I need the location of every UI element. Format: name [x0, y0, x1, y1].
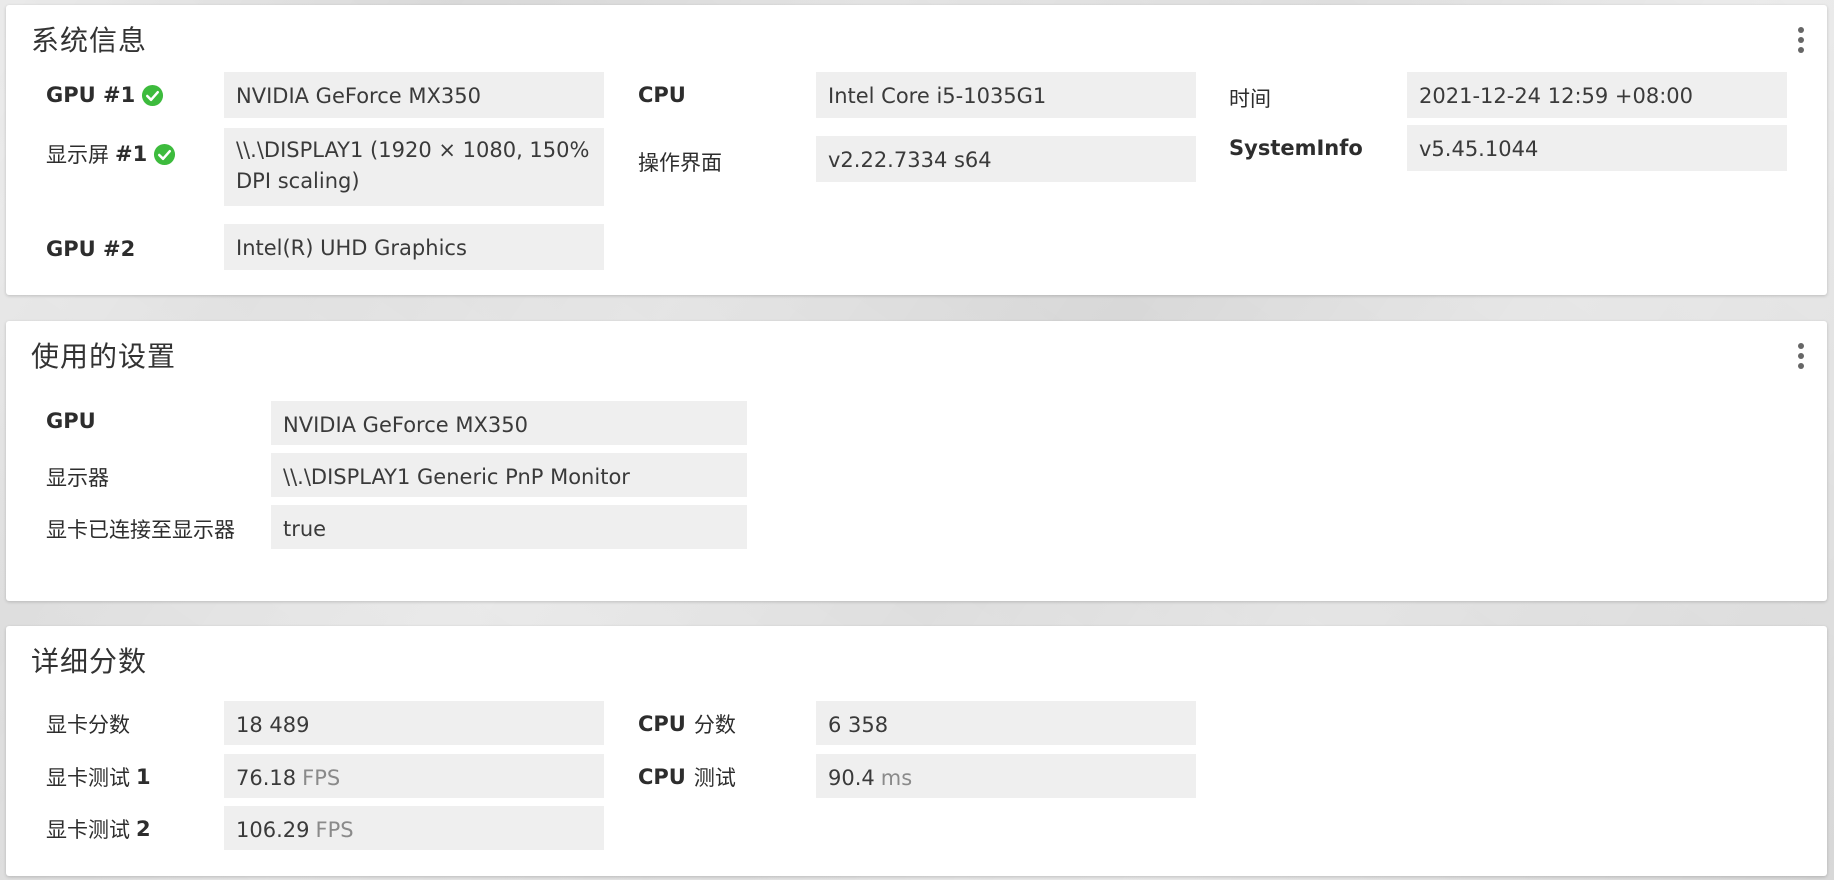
- cpu-score-value: 6 358: [816, 701, 1196, 745]
- display1-label-num: #1: [115, 142, 148, 166]
- gfx-test1-label: 显卡测试 1: [46, 762, 151, 792]
- system-info-more-icon[interactable]: [1797, 27, 1805, 53]
- cpu-score-label-text: 分数: [693, 713, 736, 737]
- gpu1-label: GPU #1: [46, 83, 164, 107]
- cpu-label: CPU: [638, 83, 686, 107]
- cpu-test-label: CPU 测试: [638, 762, 736, 792]
- settings-panel: 使用的设置 GPU NVIDIA GeForce MX350 显示器 \\.\D…: [6, 321, 1827, 601]
- system-info-title: 系统信息: [31, 24, 148, 57]
- settings-display-label: 显示器: [46, 466, 109, 490]
- ui-label: 操作界面: [638, 151, 722, 175]
- display1-label: 显示屏 #1: [46, 139, 176, 169]
- check-circle-icon: [142, 84, 164, 106]
- gfx-test2-number: 106.29: [236, 818, 310, 842]
- cpu-test-value: 90.4 ms: [816, 754, 1196, 798]
- scores-title: 详细分数: [31, 645, 148, 678]
- cpu-score-label: CPU 分数: [638, 709, 736, 739]
- gfx-test2-label-text: 显卡测试: [46, 818, 130, 842]
- display1-value: \\.\DISPLAY1 (1920 × 1080, 150% DPI scal…: [224, 128, 604, 206]
- settings-title: 使用的设置: [31, 340, 177, 373]
- settings-display-value: \\.\DISPLAY1 Generic PnP Monitor: [271, 453, 747, 497]
- settings-more-icon[interactable]: [1797, 343, 1805, 369]
- gpu2-label: GPU #2: [46, 237, 136, 261]
- settings-connected-value: true: [271, 505, 747, 549]
- time-value: 2021-12-24 12:59 +08:00: [1407, 72, 1787, 118]
- gfx-test2-label-num: 2: [136, 817, 151, 841]
- gfx-test2-unit: FPS: [315, 818, 354, 842]
- scores-panel: 详细分数 显卡分数 18 489 显卡测试 1 76.18 FPS 显卡测试 2 …: [6, 626, 1827, 876]
- cpu-score-prefix: CPU: [638, 712, 686, 736]
- settings-gpu-label: GPU: [46, 409, 96, 433]
- cpu-test-number: 90.4: [828, 766, 875, 790]
- display1-label-text: 显示屏: [46, 143, 109, 167]
- gpu1-label-text: GPU #1: [46, 83, 136, 107]
- gfx-score-value: 18 489: [224, 701, 604, 745]
- gfx-test1-number: 76.18: [236, 766, 297, 790]
- cpu-test-unit: ms: [880, 766, 913, 790]
- gpu1-value: NVIDIA GeForce MX350: [224, 72, 604, 118]
- gfx-score-label: 显卡分数: [46, 713, 130, 737]
- gfx-test2-label: 显卡测试 2: [46, 814, 151, 844]
- gfx-test1-label-text: 显卡测试: [46, 766, 130, 790]
- time-label: 时间: [1229, 87, 1271, 111]
- gfx-test2-value: 106.29 FPS: [224, 806, 604, 850]
- check-circle-icon: [154, 143, 176, 165]
- cpu-test-prefix: CPU: [638, 765, 686, 789]
- gpu2-value: Intel(R) UHD Graphics: [224, 224, 604, 270]
- cpu-test-label-text: 测试: [693, 766, 736, 790]
- gfx-test1-unit: FPS: [302, 766, 341, 790]
- gfx-test1-label-num: 1: [136, 765, 151, 789]
- ui-value: v2.22.7334 s64: [816, 136, 1196, 182]
- settings-connected-label: 显卡已连接至显示器: [46, 518, 235, 542]
- systeminfo-label: SystemInfo: [1229, 136, 1363, 160]
- gfx-test1-value: 76.18 FPS: [224, 754, 604, 798]
- system-info-panel: 系统信息 GPU #1 NVIDIA GeForce MX350 显示屏 #1 …: [6, 5, 1827, 295]
- settings-gpu-value: NVIDIA GeForce MX350: [271, 401, 747, 445]
- systeminfo-value: v5.45.1044: [1407, 125, 1787, 171]
- cpu-value: Intel Core i5-1035G1: [816, 72, 1196, 118]
